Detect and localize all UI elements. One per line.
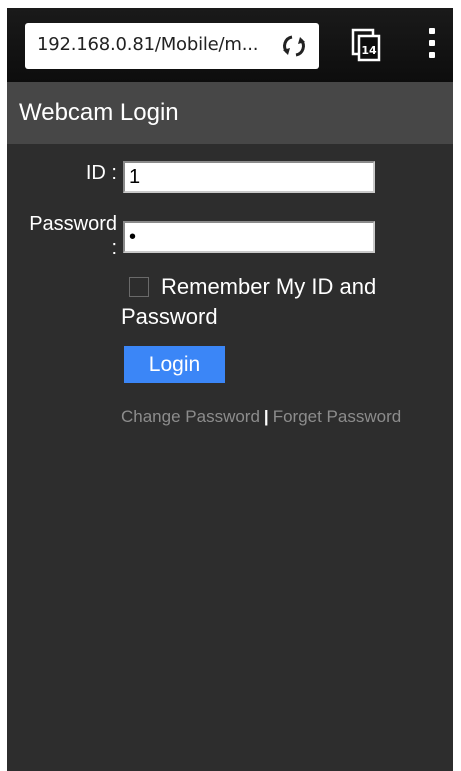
forget-password-link[interactable]: Forget Password <box>273 407 402 426</box>
remember-label[interactable]: Remember My ID and Password <box>121 274 376 329</box>
id-label: ID : <box>85 162 117 184</box>
password-label-colon: : <box>111 237 117 259</box>
tabs-icon[interactable]: 14 <box>351 28 381 62</box>
page-title: Webcam Login <box>19 99 179 126</box>
link-separator: | <box>263 407 269 426</box>
address-bar[interactable]: 192.168.0.81/Mobile/m... <box>25 23 319 69</box>
refresh-icon[interactable] <box>281 33 307 59</box>
password-label-text: Password <box>29 213 117 235</box>
remember-me: Remember My ID and Password <box>121 272 421 332</box>
password-label: Password : <box>13 212 117 260</box>
remember-checkbox[interactable] <box>129 277 149 297</box>
account-links: Change Password | Forget Password <box>121 407 401 427</box>
change-password-link[interactable]: Change Password <box>121 407 260 426</box>
login-button[interactable]: Login <box>124 346 225 383</box>
overflow-menu-icon[interactable] <box>425 28 439 64</box>
page-header: Webcam Login <box>7 82 453 144</box>
tab-count: 14 <box>361 44 377 57</box>
id-input[interactable] <box>123 161 375 193</box>
browser-toolbar: 192.168.0.81/Mobile/m... 14 <box>7 8 453 82</box>
url-text[interactable]: 192.168.0.81/Mobile/m... <box>37 34 259 55</box>
phone-screen: 192.168.0.81/Mobile/m... 14 Webcam Login… <box>7 8 453 771</box>
password-input[interactable] <box>123 221 375 253</box>
